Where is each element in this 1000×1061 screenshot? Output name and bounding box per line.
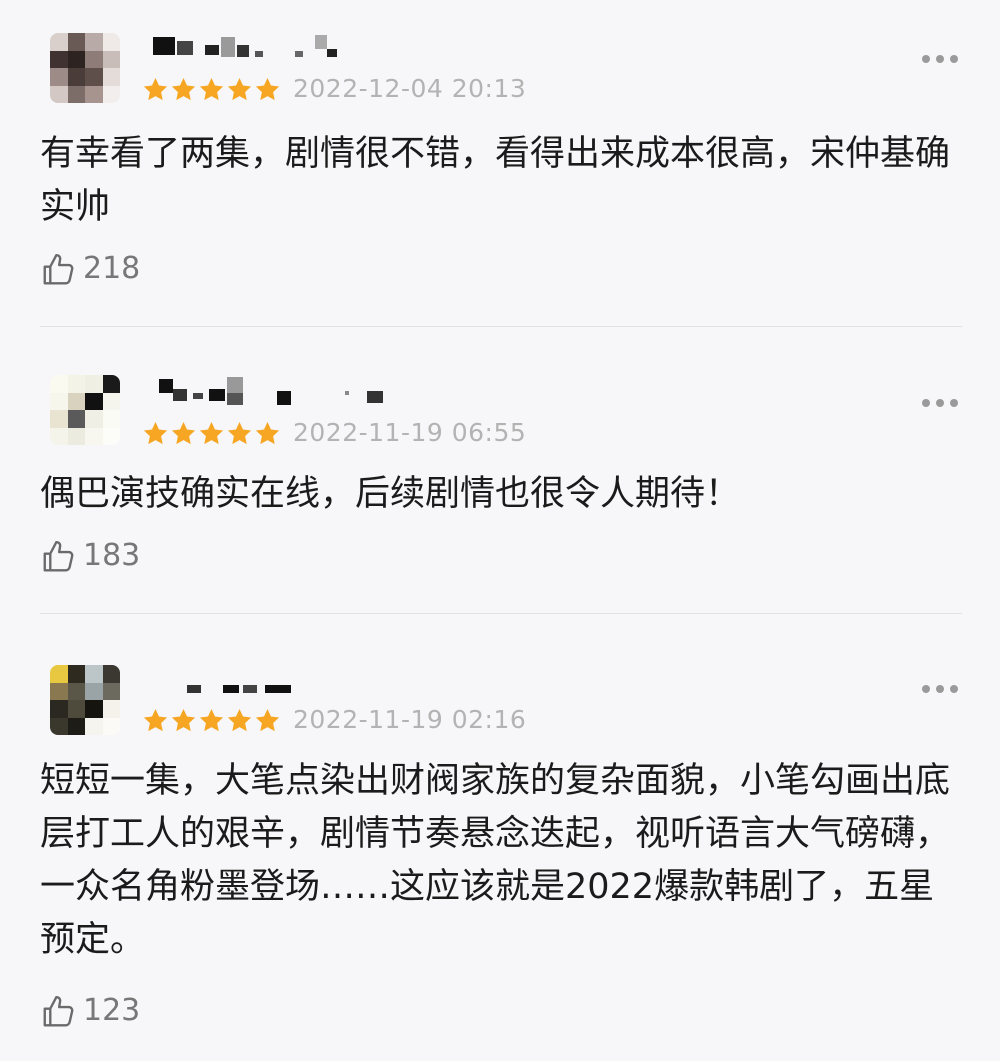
like-count: 183: [83, 538, 141, 573]
more-icon[interactable]: [922, 399, 962, 409]
avatar[interactable]: [50, 33, 120, 103]
username-redacted[interactable]: [145, 35, 385, 65]
star-icon: [199, 78, 224, 101]
review-card: 2022-11-19 06:55 偶巴演技确实在线，后续剧情也很令人期待！ 18…: [0, 330, 1000, 615]
review-card: 2022-11-19 02:16 短短一集，大笔点染出财阀家族的复杂面貌，小笔勾…: [0, 615, 1000, 1061]
review-text: 偶巴演技确实在线，后续剧情也很令人期待！: [40, 474, 741, 514]
thumbs-up-icon: [40, 537, 78, 575]
star-icon: [227, 709, 252, 732]
more-icon[interactable]: [922, 685, 962, 695]
star-icon: [143, 709, 168, 732]
like-button[interactable]: 183: [40, 536, 140, 576]
review-date: 2022-11-19 06:55: [293, 418, 527, 447]
divider: [40, 613, 962, 614]
like-count: 123: [83, 993, 141, 1028]
star-icon: [227, 78, 252, 101]
star-rating: [142, 76, 281, 106]
like-count: 218: [83, 251, 141, 286]
star-icon: [171, 709, 196, 732]
star-icon: [199, 422, 224, 445]
username-redacted[interactable]: [145, 671, 385, 701]
review-card: 2022-12-04 20:13 有幸看了两集，剧情很不错，看得出来成本很高，宋…: [0, 0, 1000, 330]
avatar[interactable]: [50, 375, 120, 445]
avatar[interactable]: [50, 665, 120, 735]
star-icon: [199, 709, 224, 732]
review-date: 2022-11-19 02:16: [293, 705, 527, 734]
review-text: 有幸看了两集，剧情很不错，看得出来成本很高，宋仲基确实帅: [40, 134, 951, 227]
star-icon: [171, 78, 196, 101]
star-icon: [255, 422, 280, 445]
star-rating: [142, 420, 281, 450]
like-button[interactable]: 218: [40, 249, 140, 289]
star-icon: [171, 422, 196, 445]
more-icon[interactable]: [922, 55, 962, 65]
star-rating: [142, 707, 281, 737]
star-icon: [255, 78, 280, 101]
username-redacted[interactable]: [145, 377, 385, 407]
divider: [40, 326, 962, 327]
thumbs-up-icon: [40, 992, 78, 1030]
thumbs-up-icon: [40, 250, 78, 288]
star-icon: [255, 709, 280, 732]
like-button[interactable]: 123: [40, 991, 140, 1031]
star-icon: [227, 422, 252, 445]
star-icon: [143, 78, 168, 101]
review-text: 短短一集，大笔点染出财阀家族的复杂面貌，小笔勾画出底层打工人的艰辛，剧情节奏悬念…: [40, 761, 951, 960]
star-icon: [143, 422, 168, 445]
review-date: 2022-12-04 20:13: [293, 74, 527, 103]
